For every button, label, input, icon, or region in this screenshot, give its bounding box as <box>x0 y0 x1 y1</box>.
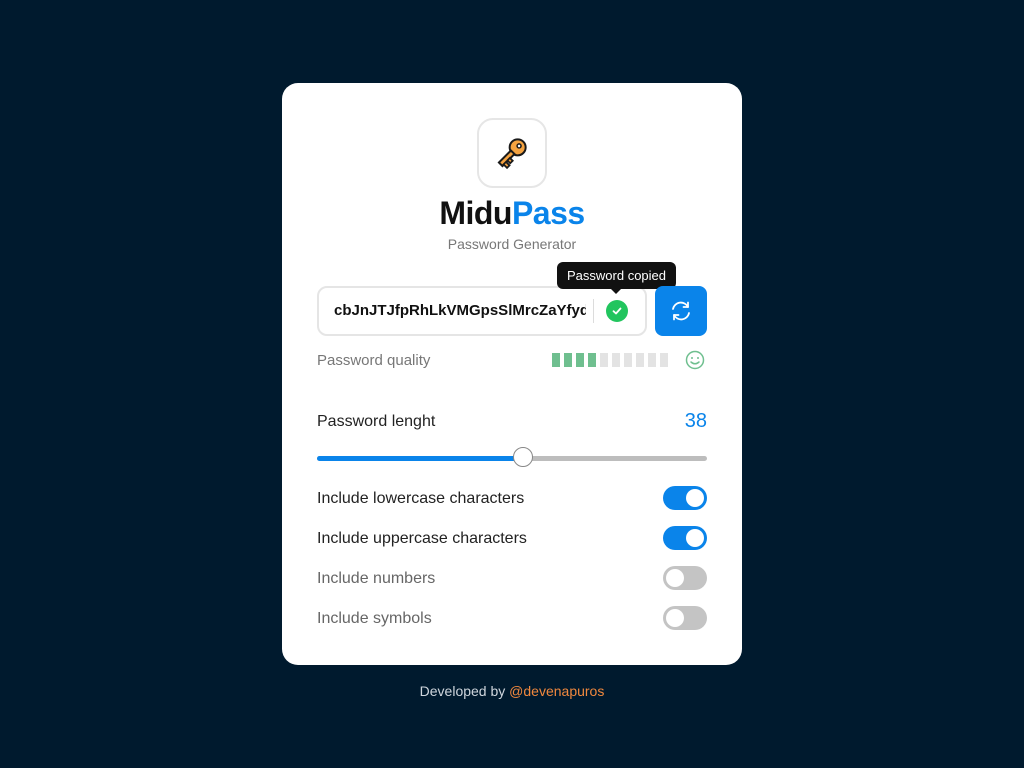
option-numbers: Include numbers <box>317 566 707 592</box>
toggle-knob <box>666 609 684 627</box>
option-symbols: Include symbols <box>317 606 707 632</box>
toggle-numbers[interactable] <box>663 566 707 590</box>
toggle-knob <box>666 569 684 587</box>
toggle-knob <box>686 489 704 507</box>
footer-prefix: Developed by <box>419 683 506 699</box>
password-value[interactable]: cbJnJTJfpRhLkVMGpsSlMrcZaYfyd <box>334 288 586 334</box>
toggle-uppercase[interactable] <box>663 526 707 550</box>
smiley-icon <box>685 350 705 370</box>
app-title: MiduPass <box>282 195 742 232</box>
regenerate-button[interactable] <box>655 286 707 336</box>
key-icon <box>497 138 527 170</box>
quality-meter <box>552 353 668 367</box>
quality-segment <box>624 353 632 367</box>
option-lowercase: Include lowercase characters <box>317 486 707 512</box>
length-value: 38 <box>684 410 707 432</box>
option-label-numbers: Include numbers <box>317 570 436 587</box>
option-label-uppercase: Include uppercase characters <box>317 530 527 547</box>
toggle-lowercase[interactable] <box>663 486 707 510</box>
password-generator-card: MiduPass Password Generator cbJnJTJfpRhL… <box>282 83 742 665</box>
toggle-knob <box>686 529 704 547</box>
app-subtitle: Password Generator <box>447 236 577 252</box>
option-uppercase: Include uppercase characters <box>317 526 707 552</box>
quality-segment <box>600 353 608 367</box>
quality-segment <box>660 353 668 367</box>
quality-segment <box>612 353 620 367</box>
quality-segment <box>576 353 584 367</box>
refresh-icon <box>672 301 690 321</box>
quality-segment <box>564 353 572 367</box>
quality-segment <box>588 353 596 367</box>
app-title-part1: Midu <box>439 195 512 231</box>
quality-segment <box>636 353 644 367</box>
quality-segment <box>648 353 656 367</box>
quality-segment <box>552 353 560 367</box>
slider-fill <box>317 456 524 461</box>
check-circle-icon <box>612 307 622 315</box>
length-slider[interactable] <box>317 447 707 467</box>
length-label: Password lenght <box>317 413 436 430</box>
quality-label: Password quality <box>317 352 431 369</box>
divider <box>593 299 594 323</box>
copied-tooltip: Password copied <box>557 262 676 294</box>
author-link[interactable]: @devenapuros <box>509 683 604 699</box>
footer: Developed by @devenapuros <box>0 683 1024 699</box>
copy-button[interactable] <box>606 300 628 322</box>
password-field[interactable]: cbJnJTJfpRhLkVMGpsSlMrcZaYfyd <box>317 286 647 336</box>
logo <box>477 118 547 188</box>
option-label-lowercase: Include lowercase characters <box>317 490 525 507</box>
slider-thumb[interactable] <box>512 447 533 467</box>
toggle-symbols[interactable] <box>663 606 707 630</box>
option-label-symbols: Include symbols <box>317 610 432 627</box>
app-title-part2: Pass <box>511 195 585 231</box>
